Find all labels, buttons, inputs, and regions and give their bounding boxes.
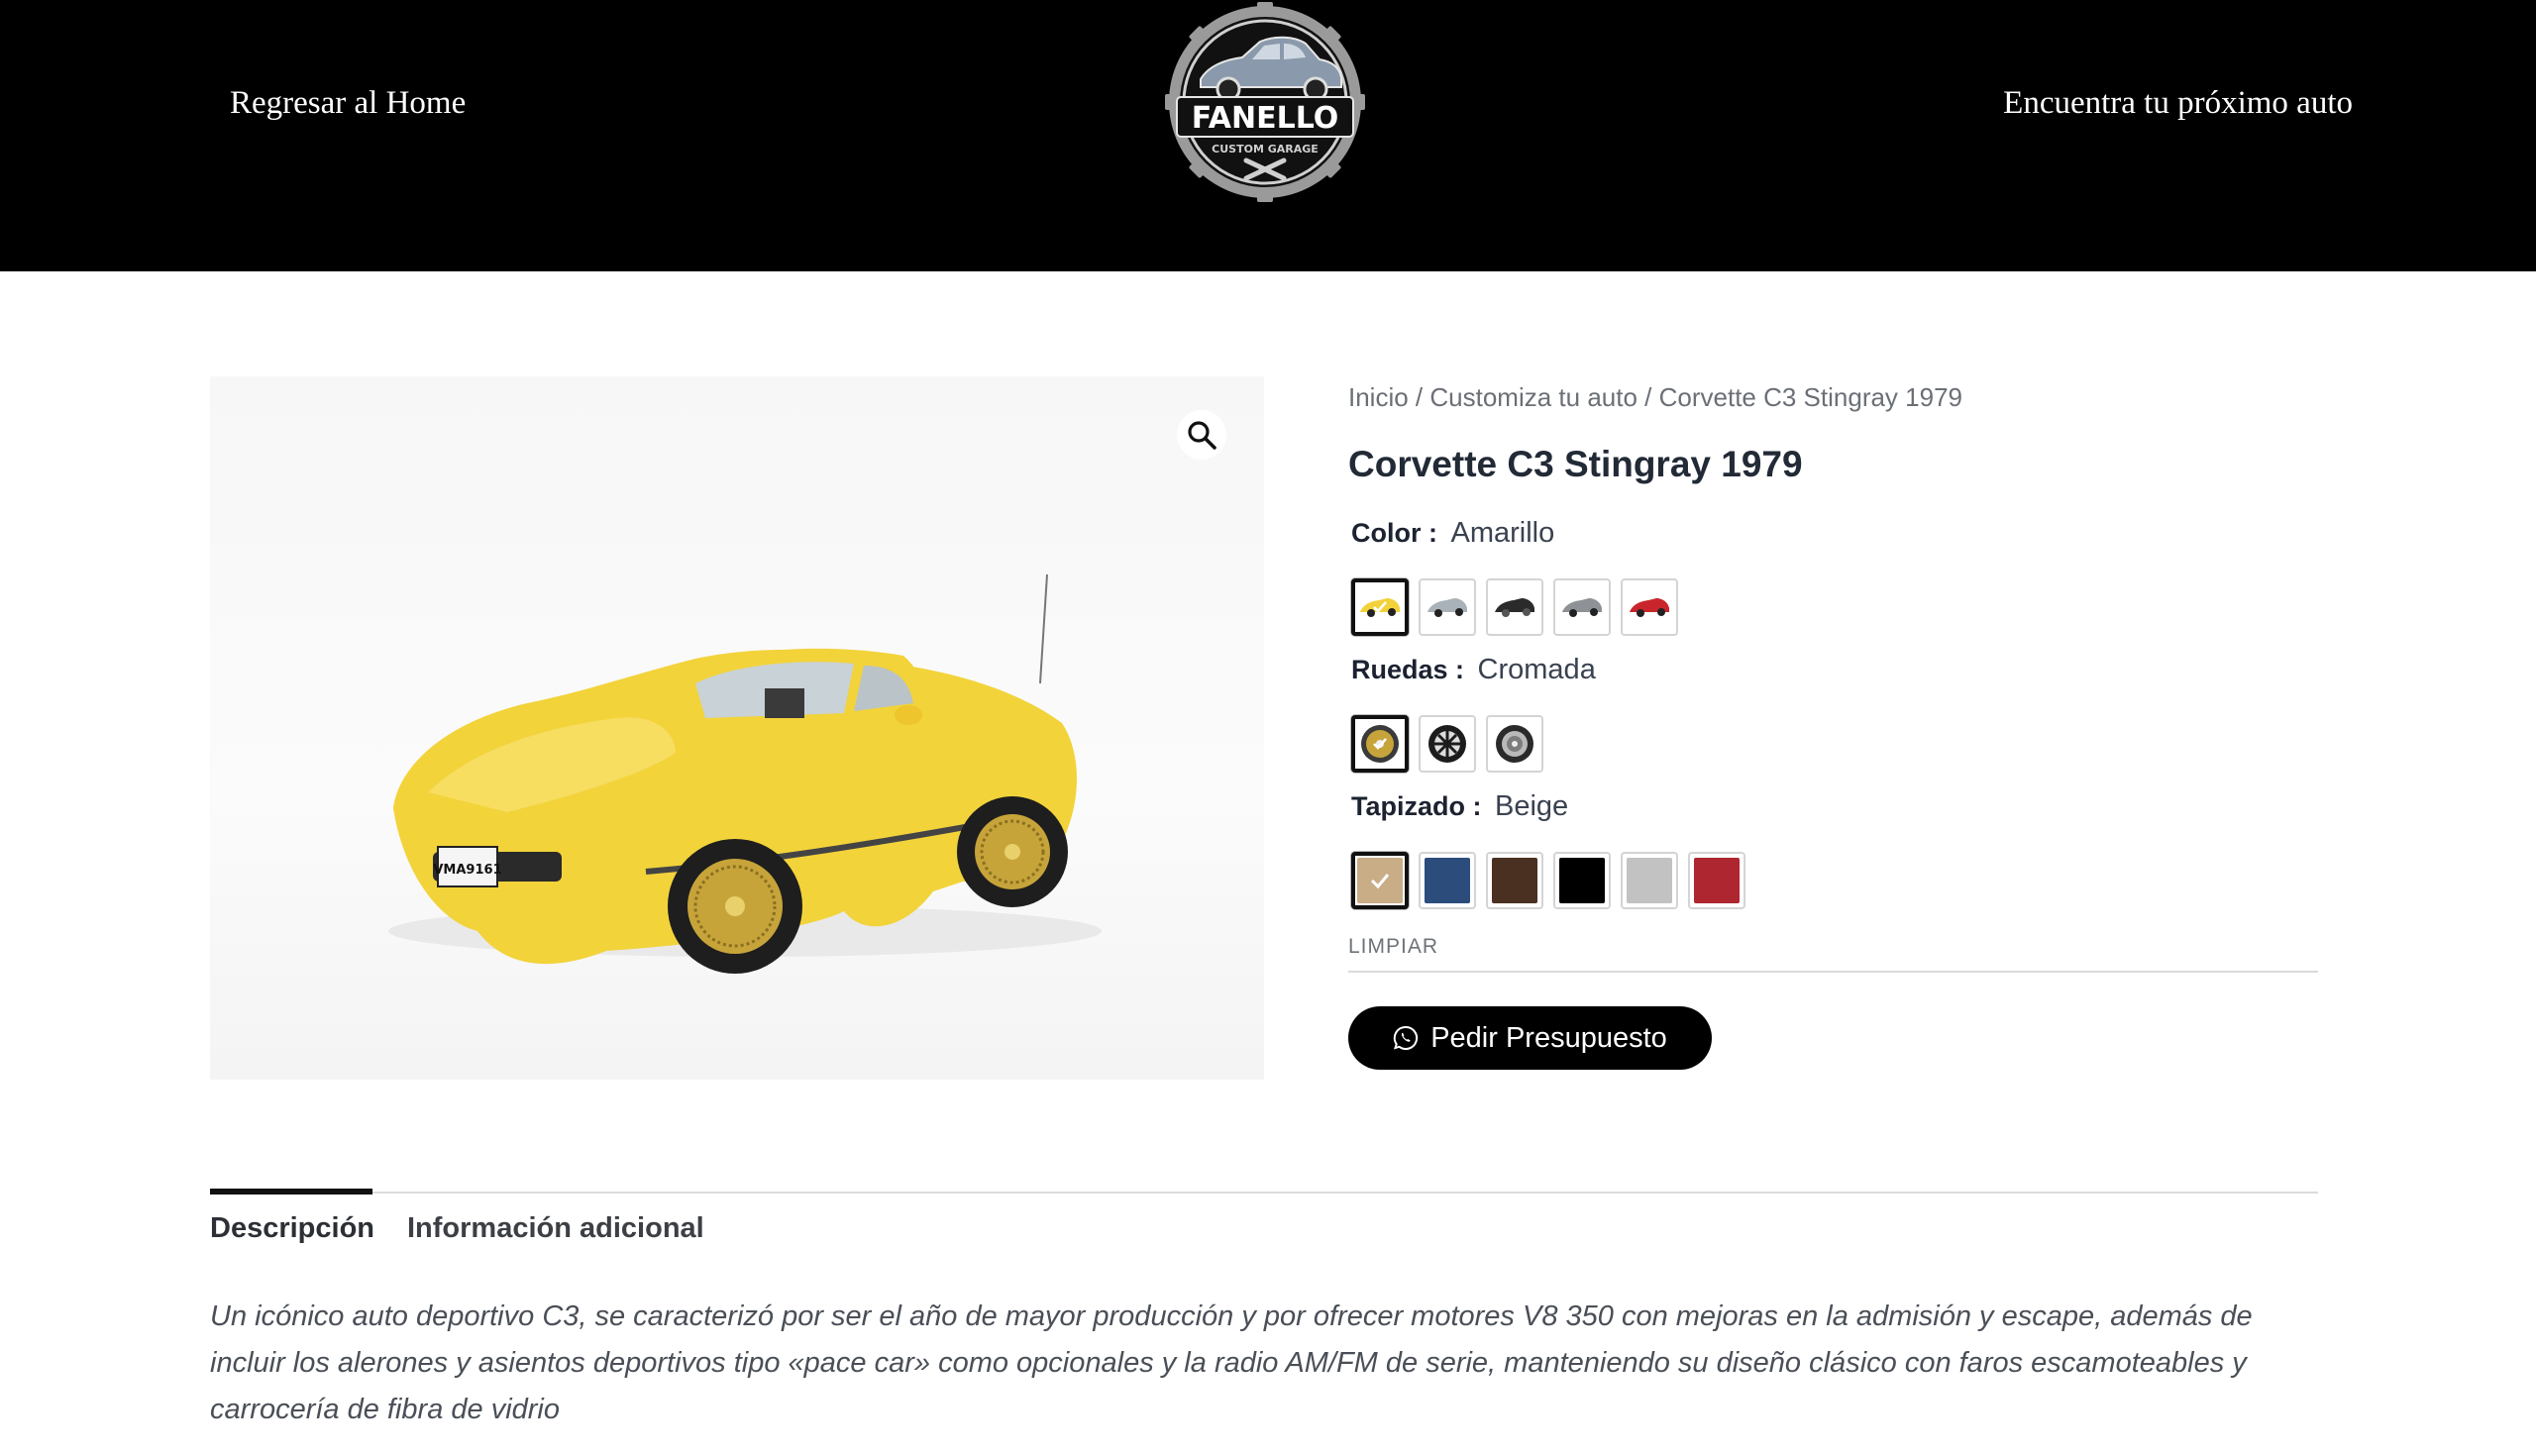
swatch-fill — [1559, 858, 1605, 903]
clear-selection-link[interactable]: LIMPIAR — [1348, 935, 1438, 959]
color-swatch-grey[interactable] — [1553, 578, 1611, 636]
color-swatches — [1351, 578, 1678, 636]
ruedas-label: Ruedas — [1351, 655, 1448, 684]
chrome-wheel-icon — [1496, 725, 1533, 763]
request-quote-button[interactable]: Pedir Presupuesto — [1348, 1006, 1712, 1070]
color-label: Color — [1351, 518, 1422, 548]
silver-car-thumbnail-icon — [1427, 598, 1467, 617]
swatch-fill — [1425, 858, 1470, 903]
wheel-swatch-chrome[interactable] — [1486, 715, 1543, 773]
upholstery-swatch-grey[interactable] — [1621, 852, 1678, 909]
grey-car-thumbnail-icon — [1562, 598, 1602, 617]
color-swatch-black[interactable] — [1486, 578, 1543, 636]
color-selected-value: Amarillo — [1450, 517, 1555, 549]
color-swatch-silver[interactable] — [1419, 578, 1476, 636]
breadcrumb-separator: / — [1408, 382, 1430, 412]
divider — [1348, 971, 2318, 973]
label-separator: : — [1447, 655, 1472, 684]
product-title: Corvette C3 Stingray 1979 — [1348, 444, 1803, 484]
whatsapp-icon — [1394, 1025, 1419, 1050]
color-attribute-label: Color : Amarillo — [1351, 517, 1554, 550]
breadcrumb-separator: / — [1637, 382, 1659, 412]
wheel-swatch-black-spoke[interactable] — [1419, 715, 1476, 773]
swatch-fill — [1357, 858, 1403, 903]
red-car-thumbnail-icon — [1630, 598, 1669, 617]
tabs-divider — [210, 1192, 2318, 1194]
tapizado-swatches — [1351, 852, 1745, 909]
svg-text:FANELLO: FANELLO — [1192, 101, 1339, 136]
yellow-corvette-photo: VMA9161 — [388, 573, 1102, 974]
swatch-fill — [1627, 858, 1672, 903]
swatch-fill — [1694, 858, 1740, 903]
breadcrumb-home[interactable]: Inicio — [1348, 382, 1409, 412]
product-image[interactable]: VMA9161 — [210, 376, 1264, 1080]
find-car-link[interactable]: Encuentra tu próximo auto — [2003, 85, 2353, 122]
checkmark-icon — [1370, 874, 1390, 889]
ruedas-swatches — [1351, 715, 1543, 773]
upholstery-swatch-beige[interactable] — [1351, 852, 1409, 909]
active-tab-indicator — [210, 1189, 372, 1195]
magnifier-icon — [1188, 421, 1216, 450]
ruedas-attribute-label: Ruedas : Cromada — [1351, 654, 1596, 686]
tapizado-selected-value: Beige — [1495, 790, 1569, 822]
label-separator: : — [1465, 791, 1490, 821]
request-quote-label: Pedir Presupuesto — [1430, 1021, 1667, 1054]
svg-text:CUSTOM GARAGE: CUSTOM GARAGE — [1212, 143, 1319, 156]
ruedas-selected-value: Cromada — [1477, 654, 1596, 685]
breadcrumb-current: Corvette C3 Stingray 1979 — [1658, 382, 1962, 412]
upholstery-swatch-blue[interactable] — [1419, 852, 1476, 909]
color-swatch-red[interactable] — [1621, 578, 1678, 636]
upholstery-swatch-black[interactable] — [1553, 852, 1611, 909]
wheel-swatch-gold-wire[interactable] — [1351, 715, 1409, 773]
svg-text:VMA9161: VMA9161 — [433, 863, 501, 878]
breadcrumb-category[interactable]: Customiza tu auto — [1429, 382, 1638, 412]
back-home-link[interactable]: Regresar al Home — [230, 85, 466, 122]
product-description: Un icónico auto deportivo C3, se caracte… — [210, 1300, 2253, 1425]
label-separator: : — [1421, 518, 1445, 548]
color-swatch-amarillo[interactable] — [1351, 578, 1409, 636]
site-header: Regresar al Home FANELLO CUSTOM GARAGE E… — [0, 0, 2536, 271]
tapizado-attribute-label: Tapizado : Beige — [1351, 790, 1568, 823]
black-spoke-wheel-icon — [1428, 725, 1466, 763]
breadcrumb: Inicio / Customiza tu auto / Corvette C3… — [1348, 382, 1962, 413]
upholstery-swatch-red[interactable] — [1688, 852, 1745, 909]
swatch-fill — [1492, 858, 1537, 903]
tab-descripcion[interactable]: Descripción — [210, 1212, 374, 1245]
rear-wheel — [957, 796, 1068, 907]
black-car-thumbnail-icon — [1495, 598, 1534, 617]
tapizado-label: Tapizado — [1351, 791, 1466, 821]
front-wheel — [668, 839, 802, 974]
fanello-logo[interactable]: FANELLO CUSTOM GARAGE — [1157, 2, 1373, 202]
checkmark-icon — [1373, 738, 1387, 750]
upholstery-swatch-brown[interactable] — [1486, 852, 1543, 909]
checkmark-icon — [1373, 601, 1387, 613]
zoom-button[interactable] — [1177, 410, 1226, 460]
tab-informacion-adicional[interactable]: Información adicional — [407, 1212, 704, 1245]
